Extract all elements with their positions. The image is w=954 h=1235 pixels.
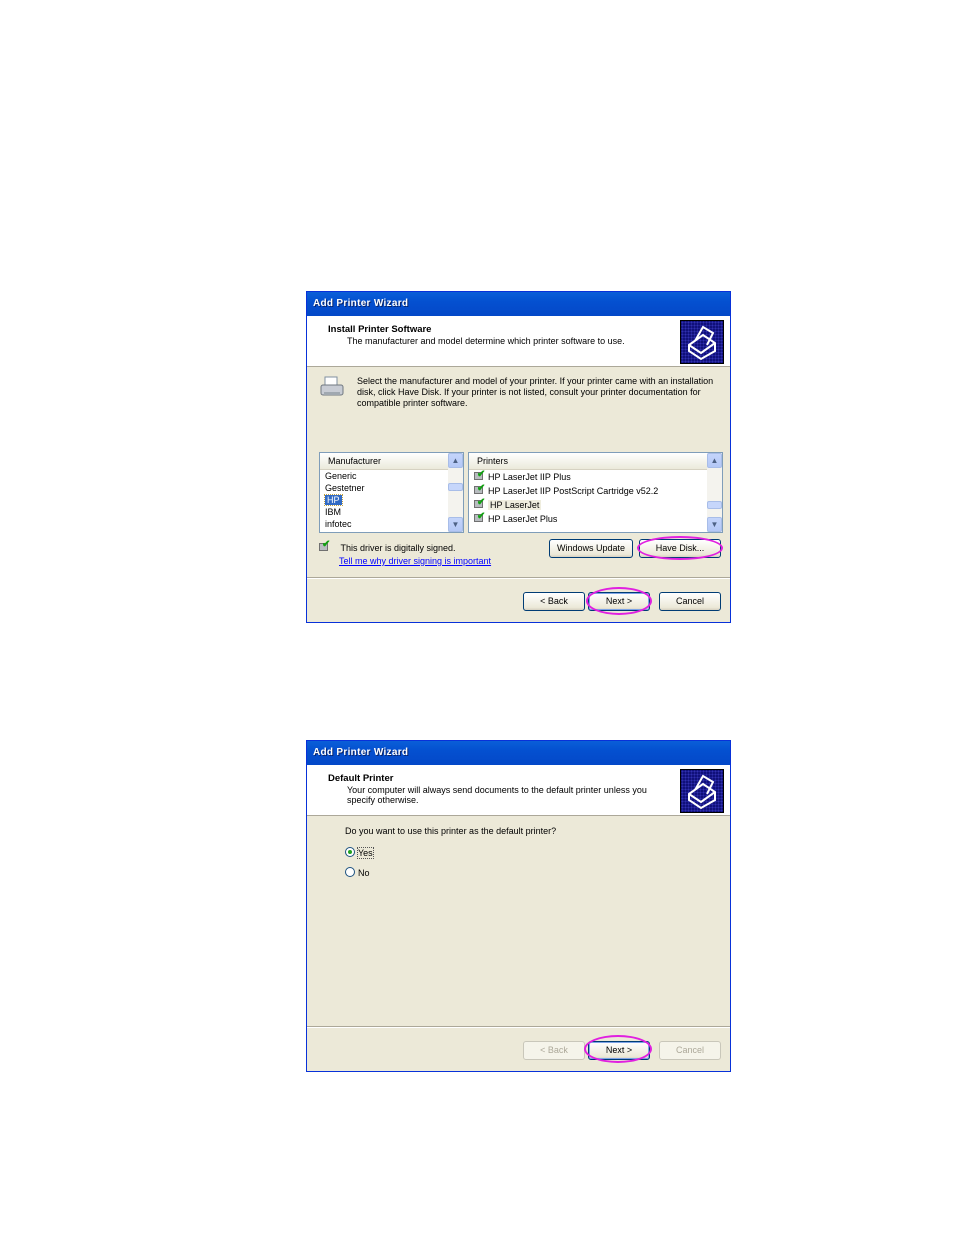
list-item[interactable]: ✔ HP LaserJet Plus [469, 511, 722, 526]
list-item[interactable]: Generic [320, 470, 463, 482]
driver-signing-link[interactable]: Tell me why driver signing is important [339, 556, 491, 566]
list-item-selected[interactable]: ✔ HP LaserJet [469, 497, 722, 512]
scroll-down-arrow-icon[interactable]: ▼ [707, 517, 722, 532]
signed-text: This driver is digitally signed. [340, 543, 456, 553]
header-subtitle: Your computer will always send documents… [347, 785, 647, 805]
add-printer-wizard-install-software: Add Printer Wizard Install Printer Softw… [306, 291, 731, 623]
header-subtitle: The manufacturer and model determine whi… [347, 336, 625, 346]
header-title: Default Printer [328, 773, 394, 784]
radio-button[interactable] [345, 867, 355, 877]
scroll-down-arrow-icon[interactable]: ▼ [448, 517, 463, 532]
list-item[interactable]: ✔ HP LaserJet IIP Plus [469, 469, 722, 484]
scroll-thumb[interactable] [707, 501, 722, 509]
back-button[interactable]: < Back [523, 1041, 585, 1060]
title-bar: Add Printer Wizard [307, 741, 730, 765]
manufacturer-scrollbar[interactable]: ▲ ▼ [448, 453, 463, 532]
printer-wizard-icon [680, 769, 724, 813]
back-button[interactable]: < Back [523, 592, 585, 611]
instructions-text: Select the manufacturer and model of you… [357, 376, 714, 408]
printers-scrollbar[interactable]: ▲ ▼ [707, 453, 722, 532]
scroll-thumb[interactable] [448, 483, 463, 491]
radio-no[interactable]: No [345, 867, 370, 878]
signed-driver-icon: ✔ [474, 469, 486, 481]
wizard-footer: < Back Next > Cancel [307, 577, 730, 622]
scroll-up-arrow-icon[interactable]: ▲ [707, 453, 722, 468]
scroll-up-arrow-icon[interactable]: ▲ [448, 453, 463, 468]
radio-button-checked[interactable] [345, 847, 355, 857]
list-item-selected[interactable]: HP [320, 494, 463, 506]
have-disk-button[interactable]: Have Disk... [639, 539, 721, 558]
wizard-body: Do you want to use this printer as the d… [307, 816, 730, 1020]
signed-driver-icon: ✔ [474, 511, 486, 523]
signed-driver-icon: ✔ [474, 497, 486, 509]
list-item[interactable]: Gestetner [320, 482, 463, 494]
next-button[interactable]: Next > [588, 592, 650, 611]
cancel-button[interactable]: Cancel [659, 1041, 721, 1060]
radio-yes[interactable]: Yes [345, 847, 374, 859]
printer-wizard-icon [680, 320, 724, 364]
printers-column-header[interactable]: Printers [469, 453, 707, 470]
driver-signed-row: ✔ This driver is digitally signed. [319, 539, 456, 553]
header-title: Install Printer Software [328, 324, 432, 335]
wizard-header: Install Printer Software The manufacture… [307, 316, 730, 367]
manufacturer-column-header[interactable]: Manufacturer [320, 453, 448, 470]
manufacturer-listbox[interactable]: Manufacturer Generic Gestetner HP IBM in… [319, 452, 464, 533]
wizard-footer: < Back Next > Cancel [307, 1026, 730, 1071]
add-printer-wizard-default-printer: Add Printer Wizard Default Printer Your … [306, 740, 731, 1072]
default-question: Do you want to use this printer as the d… [345, 826, 557, 836]
list-item[interactable]: IBM [320, 506, 463, 518]
list-item[interactable]: ✔ HP LaserJet IIP PostScript Cartridge v5… [469, 483, 722, 498]
wizard-header: Default Printer Your computer will alway… [307, 765, 730, 816]
wizard-body: Select the manufacturer and model of you… [307, 367, 730, 571]
title-bar: Add Printer Wizard [307, 292, 730, 316]
signed-driver-icon: ✔ [474, 483, 486, 495]
cancel-button[interactable]: Cancel [659, 592, 721, 611]
windows-update-button[interactable]: Windows Update [549, 539, 633, 558]
signed-driver-icon: ✔ [319, 539, 331, 552]
printer-icon [319, 375, 345, 399]
list-item[interactable]: infotec [320, 518, 463, 530]
next-button[interactable]: Next > [588, 1041, 650, 1060]
printers-listbox[interactable]: Printers ✔ HP LaserJet IIP Plus ✔ HP Laser… [468, 452, 723, 533]
